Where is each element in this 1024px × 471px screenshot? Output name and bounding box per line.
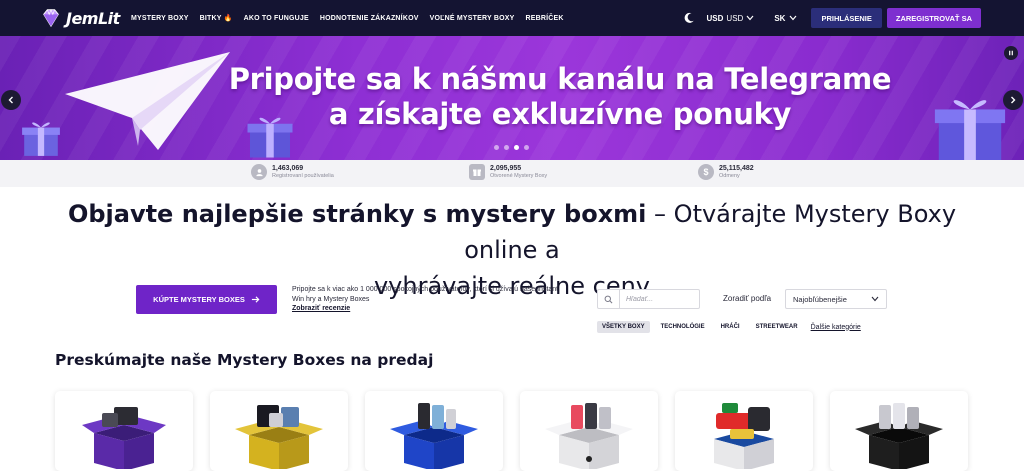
banner-dot[interactable] [524, 145, 529, 150]
arrow-right-icon [251, 296, 260, 303]
menu-battles[interactable]: BITKY 🔥 [200, 14, 233, 22]
menu-how-it-works[interactable]: AKO TO FUNGUJE [244, 15, 309, 22]
menu-mystery-boxes[interactable]: MYSTERY BOXY [131, 15, 189, 22]
chevron-left-icon [8, 96, 13, 104]
mystery-box-image [235, 405, 323, 469]
stat-label: Otvorené Mystery Boxy [490, 173, 548, 179]
login-button[interactable]: PRIHLÁSENIE [811, 8, 882, 28]
stat-value: 1,463,069 [272, 165, 304, 172]
menu-battles-label: BITKY [199, 15, 222, 22]
cta-description: Pripojte sa k viac ako 1 000 000 spokojn… [292, 286, 559, 303]
stat-opened-boxes: 2,095,955 Otvorené Mystery Boxy [469, 164, 547, 180]
sort-value: Najobľúbenejšie [793, 294, 847, 304]
banner-line-2: a získajte exkluzívne ponuky [328, 97, 792, 131]
menu-leaderboard[interactable]: REBRÍČEK [526, 15, 564, 22]
category-filters: VŠETKY BOXY TECHNOLÓGIE HRÁČI STREETWEAR… [597, 321, 861, 333]
banner-prev-button[interactable] [1, 90, 21, 110]
mystery-box-card-iphone-pro[interactable] [830, 391, 968, 471]
chevron-down-icon [789, 15, 797, 21]
headline-bold: Objavte najlepšie stránky s mystery boxm… [67, 200, 647, 228]
nav-right-controls: USD USD SK PRIHLÁSENIE ZAREGISTROVAŤ SA [683, 0, 981, 36]
mystery-box-grid [55, 391, 968, 471]
jemlit-logo[interactable]: JemLit [40, 3, 120, 33]
stat-label: Registrovaní používatelia [272, 173, 334, 179]
stat-registered-users: 1,463,069 Registrovaní používatelia [251, 164, 334, 180]
chevron-down-icon [871, 296, 879, 302]
section-title: Preskúmajte naše Mystery Boxes na predaj [55, 351, 434, 369]
banner-dot[interactable] [504, 145, 509, 150]
promo-banner[interactable]: Pripojte sa k nášmu kanálu na Telegrame … [0, 36, 1024, 160]
main-menu: MYSTERY BOXY BITKY 🔥 AKO TO FUNGUJE HODN… [131, 0, 575, 36]
banner-pagination [494, 145, 529, 150]
register-button[interactable]: ZAREGISTROVAŤ SA [886, 8, 981, 28]
banner-headline: Pripojte sa k nášmu kanálu na Telegrame … [200, 62, 920, 132]
gift-box-icon [22, 122, 60, 156]
mystery-box-image [390, 403, 478, 469]
chevron-down-icon [746, 15, 754, 21]
filter-all-boxes[interactable]: VŠETKY BOXY [597, 321, 650, 333]
gift-box-icon [934, 100, 1006, 160]
filter-gamers[interactable]: HRÁČI [716, 321, 745, 333]
logo-text: JemLit [66, 8, 120, 28]
more-categories-link[interactable]: Ďalšie kategórie [811, 324, 861, 331]
mystery-box-image [714, 403, 774, 469]
buy-button-label: KÚPTE MYSTERY BOXES [153, 295, 245, 304]
stat-value: 2,095,955 [490, 165, 522, 172]
mystery-box-card-las-vegas[interactable] [675, 391, 813, 471]
filter-technology[interactable]: TECHNOLÓGIE [656, 321, 710, 333]
menu-free-boxes[interactable]: VOĽNÉ MYSTERY BOXY [430, 15, 515, 22]
user-icon [251, 164, 267, 180]
language-code: SK [774, 13, 786, 23]
banner-dot[interactable] [494, 145, 499, 150]
dollar-icon: $ [698, 164, 714, 180]
mystery-box-image [545, 403, 633, 469]
chevron-right-icon [1011, 96, 1016, 104]
fire-icon: 🔥 [223, 15, 233, 22]
mystery-box-card-iphone[interactable] [520, 391, 658, 471]
mystery-box-image [855, 403, 943, 469]
mystery-box-card-tech[interactable] [210, 391, 348, 471]
moon-icon[interactable] [683, 12, 695, 24]
banner-next-button[interactable] [1003, 90, 1023, 110]
banner-dot-active[interactable] [514, 145, 519, 150]
currency-code: USD [706, 13, 724, 23]
menu-customer-reviews[interactable]: HODNOTENIE ZÁKAZNÍKOV [320, 15, 419, 22]
box-icon [469, 164, 485, 180]
diamond-logo-icon [43, 8, 59, 28]
mystery-box-card-apple[interactable] [55, 391, 193, 471]
sort-label: Zoradiť podľa [723, 294, 772, 303]
mystery-box-card-samsung[interactable] [365, 391, 503, 471]
currency-selector[interactable]: USD USD [707, 14, 755, 23]
language-selector[interactable]: SK [774, 14, 797, 23]
sort-select[interactable]: Najobľúbenejšie [785, 289, 887, 309]
currency-name: USD [726, 13, 744, 23]
mystery-box-image [82, 407, 166, 469]
top-navbar: JemLit MYSTERY BOXY BITKY 🔥 AKO TO FUNGU… [0, 0, 1024, 36]
banner-pause-button[interactable] [1004, 46, 1018, 60]
stats-bar: 1,463,069 Registrovaní používatelia 2,09… [0, 160, 1024, 187]
pause-icon [1009, 50, 1013, 56]
buy-mystery-boxes-button[interactable]: KÚPTE MYSTERY BOXES [136, 285, 277, 314]
search-input[interactable] [620, 295, 698, 303]
view-reviews-link[interactable]: Zobraziť recenzie [292, 305, 350, 312]
stat-label: Odmeny [719, 173, 740, 179]
stat-rewards: $ 25,115,482 Odmeny [698, 164, 754, 180]
banner-line-1: Pripojte sa k nášmu kanálu na Telegrame [228, 62, 892, 96]
search-box [597, 289, 700, 309]
filter-streetwear[interactable]: STREETWEAR [751, 321, 803, 333]
stat-value: 25,115,482 [719, 165, 754, 172]
search-icon [598, 290, 620, 308]
